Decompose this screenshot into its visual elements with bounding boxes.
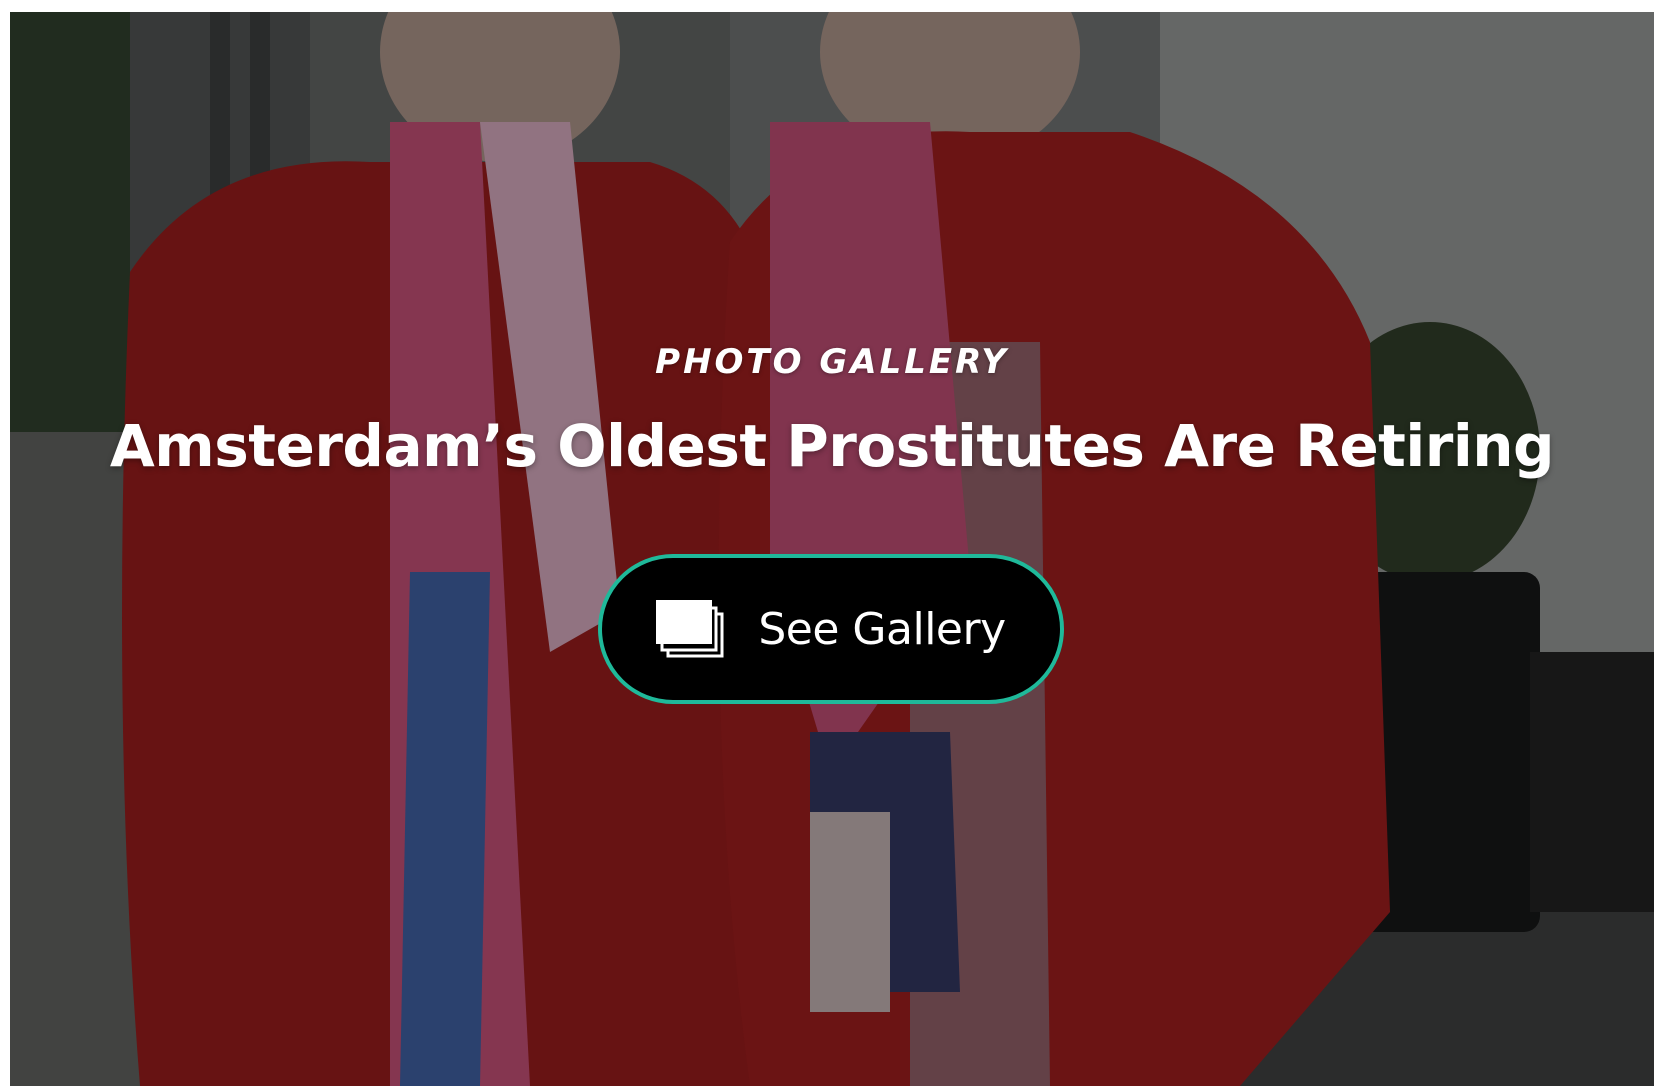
section-kicker: PHOTO GALLERY — [655, 342, 1009, 382]
gallery-stack-icon — [656, 600, 724, 658]
hero-content: PHOTO GALLERY Amsterdam’s Oldest Prostit… — [10, 12, 1654, 1086]
hero-banner: PHOTO GALLERY Amsterdam’s Oldest Prostit… — [10, 12, 1654, 1086]
see-gallery-label: See Gallery — [758, 603, 1006, 655]
page-title: Amsterdam’s Oldest Prostitutes Are Retir… — [109, 412, 1555, 480]
see-gallery-button[interactable]: See Gallery — [598, 554, 1064, 704]
